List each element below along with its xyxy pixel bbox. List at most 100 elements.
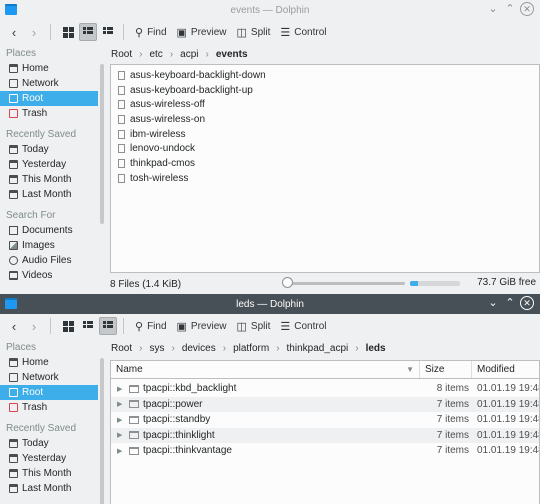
chevron-right-icon[interactable]: › — [133, 49, 148, 60]
recent-item-this-month[interactable]: This Month — [0, 172, 98, 187]
chevron-right-icon[interactable]: › — [164, 49, 179, 60]
text-file-icon — [118, 114, 125, 124]
table-row[interactable]: ▶ tpacpi::thinkvantage 7 items 01.01.19 19:… — [111, 443, 539, 459]
preview-button[interactable]: ▣ Preview — [172, 316, 232, 336]
details-view-button[interactable] — [99, 23, 117, 41]
compact-view-button[interactable] — [79, 317, 97, 335]
file-item[interactable]: ibm-wireless — [111, 127, 539, 142]
file-name: asus-wireless-off — [130, 99, 205, 111]
table-row[interactable]: ▶ tpacpi::kbd_backlight 8 items 01.01.19 19… — [111, 381, 539, 397]
forward-button[interactable]: › — [24, 316, 44, 336]
expand-icon[interactable]: ▶ — [117, 447, 125, 455]
compact-view-icon — [82, 26, 94, 38]
breadcrumb-segment[interactable]: leds — [365, 343, 387, 354]
compact-view-button[interactable] — [79, 23, 97, 41]
table-row[interactable]: ▶ tpacpi::power 7 items 01.01.19 19:48 — [111, 396, 539, 412]
places-scrollbar[interactable] — [100, 64, 104, 224]
places-item-network[interactable]: Network — [0, 76, 98, 91]
text-file-icon — [118, 173, 125, 183]
places-scrollbar[interactable] — [100, 358, 104, 504]
search-item-videos[interactable]: Videos — [0, 268, 98, 283]
places-item-network[interactable]: Network — [0, 370, 98, 385]
places-item-root[interactable]: Root — [0, 385, 98, 400]
recent-item-yesterday[interactable]: Yesterday — [0, 157, 98, 172]
expand-icon[interactable]: ▶ — [117, 385, 125, 393]
file-item[interactable]: tosh-wireless — [111, 171, 539, 186]
close-icon[interactable]: ✕ — [520, 296, 534, 310]
breadcrumb-segment[interactable]: sys — [148, 343, 165, 354]
places-item-trash[interactable]: Trash — [0, 400, 98, 415]
expand-icon[interactable]: ▶ — [117, 400, 125, 408]
chevron-right-icon[interactable]: › — [200, 49, 215, 60]
file-item[interactable]: asus-wireless-on — [111, 112, 539, 127]
chevron-right-icon[interactable]: › — [133, 343, 148, 354]
details-view[interactable]: Name ▼ Size Modified ▶ tpacpi::kbd_backlig… — [110, 360, 540, 504]
column-header-modified[interactable]: Modified — [472, 361, 539, 378]
icons-view-button[interactable] — [59, 317, 77, 335]
chevron-right-icon[interactable]: › — [349, 343, 364, 354]
preview-button[interactable]: ▣ Preview — [172, 22, 232, 42]
breadcrumb-segment[interactable]: etc — [148, 49, 163, 60]
minimize-icon[interactable]: ⌄ — [486, 296, 500, 310]
breadcrumb-segment[interactable]: Root — [110, 49, 133, 60]
chevron-right-icon: › — [31, 318, 37, 334]
breadcrumb-segment[interactable]: Root — [110, 343, 133, 354]
maximize-icon[interactable]: ⌃ — [503, 2, 517, 16]
find-button[interactable]: ⚲ Find — [130, 22, 172, 42]
icons-view-button[interactable] — [59, 23, 77, 41]
recent-item-yesterday[interactable]: Yesterday — [0, 451, 98, 466]
breadcrumb-segment[interactable]: acpi — [179, 49, 199, 60]
details-view-button[interactable] — [99, 317, 117, 335]
chevron-right-icon[interactable]: › — [270, 343, 285, 354]
places-item-root[interactable]: Root — [0, 91, 98, 106]
dolphin-app-icon[interactable] — [5, 4, 17, 15]
control-button[interactable]: ☰ Control — [275, 22, 331, 42]
recent-item-today[interactable]: Today — [0, 142, 98, 157]
table-row[interactable]: ▶ tpacpi::thinklight 7 items 01.01.19 19:48 — [111, 427, 539, 443]
title-bar[interactable]: leds — Dolphin ⌄ ⌃ ✕ — [0, 294, 540, 314]
search-item-audio[interactable]: Audio Files — [0, 253, 98, 268]
breadcrumb-segment[interactable]: devices — [181, 343, 217, 354]
chevron-right-icon[interactable]: › — [165, 343, 180, 354]
zoom-slider-handle[interactable] — [282, 277, 293, 288]
places-item-home[interactable]: Home — [0, 355, 98, 370]
places-item-trash[interactable]: Trash — [0, 106, 98, 121]
dolphin-app-icon[interactable] — [5, 298, 17, 309]
breadcrumb-segment[interactable]: events — [215, 49, 249, 60]
back-button[interactable]: ‹ — [4, 22, 24, 42]
file-item[interactable]: lenovo-undock — [111, 141, 539, 156]
column-header-size[interactable]: Size — [420, 361, 472, 378]
file-item[interactable]: asus-keyboard-backlight-down — [111, 68, 539, 83]
close-icon[interactable]: ✕ — [520, 2, 534, 16]
split-button[interactable]: ◫ Split — [232, 316, 276, 336]
table-row[interactable]: ▶ tpacpi::standby 7 items 01.01.19 19:48 — [111, 412, 539, 428]
recent-item-today[interactable]: Today — [0, 436, 98, 451]
search-item-images[interactable]: Images — [0, 238, 98, 253]
find-button[interactable]: ⚲ Find — [130, 316, 172, 336]
search-item-documents[interactable]: Documents — [0, 223, 98, 238]
expand-icon[interactable]: ▶ — [117, 416, 125, 424]
text-file-icon — [118, 144, 125, 154]
split-button[interactable]: ◫ Split — [232, 22, 276, 42]
maximize-icon[interactable]: ⌃ — [503, 296, 517, 310]
document-icon — [9, 226, 18, 235]
recent-item-this-month[interactable]: This Month — [0, 466, 98, 481]
file-list[interactable]: asus-keyboard-backlight-down asus-keyboar… — [110, 64, 540, 273]
chevron-right-icon[interactable]: › — [217, 343, 232, 354]
file-item[interactable]: asus-wireless-off — [111, 97, 539, 112]
expand-icon[interactable]: ▶ — [117, 431, 125, 439]
file-item[interactable]: asus-keyboard-backlight-up — [111, 83, 539, 98]
column-header-name[interactable]: Name ▼ — [111, 361, 420, 378]
recent-item-last-month[interactable]: Last Month — [0, 187, 98, 202]
breadcrumb-segment[interactable]: thinkpad_acpi — [286, 343, 350, 354]
minimize-icon[interactable]: ⌄ — [486, 2, 500, 16]
breadcrumb-segment[interactable]: platform — [232, 343, 270, 354]
forward-button[interactable]: › — [24, 22, 44, 42]
zoom-slider[interactable] — [285, 282, 405, 285]
control-button[interactable]: ☰ Control — [275, 316, 331, 336]
places-item-home[interactable]: Home — [0, 61, 98, 76]
back-button[interactable]: ‹ — [4, 316, 24, 336]
file-item[interactable]: thinkpad-cmos — [111, 156, 539, 171]
title-bar[interactable]: events — Dolphin ⌄ ⌃ ✕ — [0, 0, 540, 20]
recent-item-last-month[interactable]: Last Month — [0, 481, 98, 496]
